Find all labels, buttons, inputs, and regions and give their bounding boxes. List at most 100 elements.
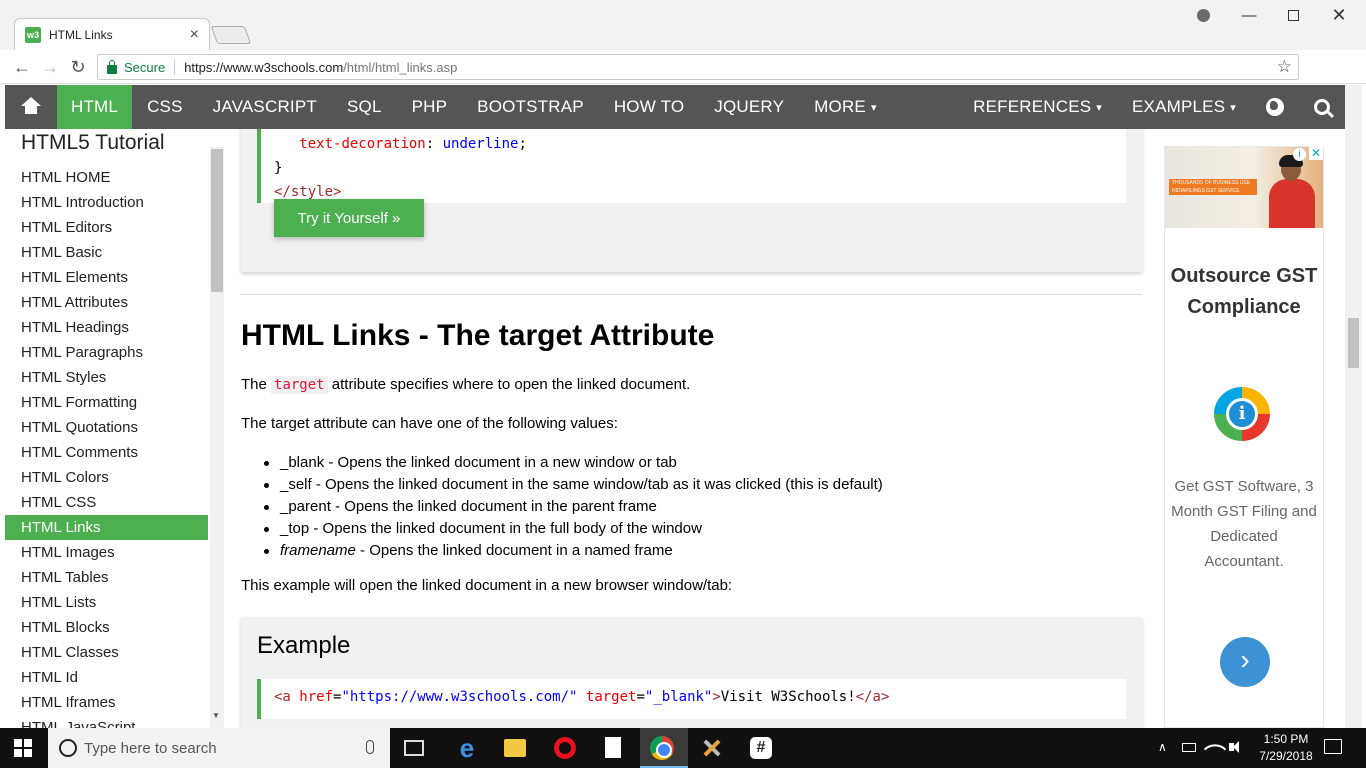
target-description: The target attribute specifies where to …	[241, 376, 690, 394]
notepad-icon[interactable]	[605, 737, 621, 758]
adchoices-icon[interactable]: i	[1293, 148, 1306, 161]
nav-item-examples[interactable]: EXAMPLES ▾	[1117, 85, 1251, 129]
taskbar-search-box[interactable]: Type here to search	[48, 728, 390, 768]
sidebar-item[interactable]: HTML Id	[5, 665, 208, 690]
minimize-button[interactable]: —	[1226, 4, 1272, 26]
code-text: Visit W3Schools!	[720, 689, 856, 705]
para-text: The	[241, 376, 272, 393]
battery-icon[interactable]	[1182, 743, 1196, 752]
list-item: _parent - Opens the linked document in t…	[264, 496, 883, 518]
microphone-icon[interactable]	[366, 740, 374, 754]
action-center-icon[interactable]	[1324, 739, 1342, 754]
back-button[interactable]: ←	[10, 55, 34, 79]
opera-icon[interactable]	[554, 737, 576, 759]
sidebar-item[interactable]: HTML HOME	[5, 165, 208, 190]
tutorial-sidebar: HTML5 Tutorial HTML HOME HTML Introducti…	[5, 129, 224, 728]
windows-start-icon[interactable]	[14, 739, 32, 757]
omnibox-divider	[174, 59, 176, 75]
sidebar-item[interactable]: HTML Tables	[5, 565, 208, 590]
globe-icon	[1266, 98, 1284, 116]
sidebar-item[interactable]: HTML Attributes	[5, 290, 208, 315]
reload-button[interactable]: ↻	[66, 55, 90, 79]
task-view-icon[interactable]	[404, 740, 424, 756]
target-values-list: _blank - Opens the linked document in a …	[264, 452, 883, 562]
example-heading: Example	[257, 632, 351, 659]
nav-item-more[interactable]: MORE ▾	[799, 85, 892, 129]
volume-icon[interactable]	[1229, 741, 1243, 753]
info-icon: i	[1226, 398, 1258, 430]
page-scrollbar-thumb[interactable]	[1348, 318, 1359, 368]
nav-item-css[interactable]: CSS	[132, 85, 198, 129]
sidebar-item[interactable]: HTML Headings	[5, 315, 208, 340]
sidebar-item[interactable]: HTML Images	[5, 540, 208, 565]
site-search-button[interactable]	[1299, 85, 1345, 129]
file-explorer-icon[interactable]	[504, 739, 526, 757]
wifi-icon[interactable]	[1207, 741, 1221, 753]
ad-close-icon[interactable]: ✕	[1309, 146, 1323, 160]
page-scrollbar[interactable]	[1345, 85, 1362, 728]
ad-body-text[interactable]: Get GST Software, 3 Month GST Filing and…	[1171, 474, 1317, 574]
nav-item-bootstrap[interactable]: BOOTSTRAP	[462, 85, 599, 129]
bookmark-star-icon[interactable]: ☆	[1277, 57, 1292, 77]
browser-tab[interactable]: w3 HTML Links ×	[14, 18, 210, 50]
sidebar-item[interactable]: HTML Formatting	[5, 390, 208, 415]
sidebar-item[interactable]: HTML Paragraphs	[5, 340, 208, 365]
profile-button[interactable]	[1180, 4, 1226, 26]
nav-item-javascript[interactable]: JAVASCRIPT	[198, 85, 332, 129]
sidebar-item[interactable]: HTML Styles	[5, 365, 208, 390]
taskbar-clock[interactable]: 1:50 PM 7/29/2018	[1256, 731, 1316, 765]
sidebar-item[interactable]: HTML Lists	[5, 590, 208, 615]
sidebar-title: HTML5 Tutorial	[21, 131, 165, 154]
nav-more-label: MORE	[814, 97, 866, 116]
new-tab-button[interactable]	[210, 26, 252, 44]
home-button[interactable]	[5, 85, 57, 129]
secure-label: Secure	[124, 59, 166, 75]
chrome-icon[interactable]	[650, 736, 674, 760]
ad-next-arrow-button[interactable]: ›	[1220, 637, 1270, 687]
code-tag: <a	[274, 689, 291, 705]
sidebar-item[interactable]: HTML Editors	[5, 215, 208, 240]
sidebar-item[interactable]: HTML Quotations	[5, 415, 208, 440]
nav-item-php[interactable]: PHP	[397, 85, 463, 129]
nav-item-jquery[interactable]: JQUERY	[699, 85, 799, 129]
sidebar-item-active[interactable]: HTML Links	[5, 515, 208, 540]
tray-chevron-icon[interactable]: ∧	[1158, 740, 1167, 754]
sidebar-scrollbar-thumb[interactable]	[211, 149, 223, 292]
try-it-yourself-button[interactable]: Try it Yourself »	[274, 199, 424, 237]
address-bar[interactable]: Secure https://www.w3schools.com/html/ht…	[97, 54, 1299, 80]
slack-icon[interactable]: #	[750, 737, 772, 759]
sidebar-item[interactable]: HTML Blocks	[5, 615, 208, 640]
edge-icon[interactable]: e	[455, 735, 479, 761]
nav-item-how-to[interactable]: HOW TO	[599, 85, 699, 129]
sidebar-item[interactable]: HTML JavaScript	[5, 715, 208, 728]
list-item: _blank - Opens the linked document in a …	[264, 452, 883, 474]
tab-close-icon[interactable]: ×	[190, 26, 199, 44]
sidebar-item[interactable]: HTML Iframes	[5, 690, 208, 715]
nav-item-sql[interactable]: SQL	[332, 85, 397, 129]
ad-headline[interactable]: Outsource GST Compliance	[1165, 261, 1323, 323]
sidebar-item[interactable]: HTML CSS	[5, 490, 208, 515]
translate-button[interactable]	[1251, 85, 1299, 129]
inline-code-target: target	[271, 376, 328, 394]
sidebar-item[interactable]: HTML Colors	[5, 465, 208, 490]
sidebar-item[interactable]: HTML Comments	[5, 440, 208, 465]
ad-logo-icon[interactable]: i	[1214, 387, 1270, 441]
sidebar-item[interactable]: HTML Classes	[5, 640, 208, 665]
maximize-button[interactable]	[1270, 4, 1316, 26]
sidebar-item[interactable]: HTML Basic	[5, 240, 208, 265]
advertisement[interactable]: THOUSANDS OF BUSINESS USE INDIAFILINGS G…	[1164, 146, 1324, 728]
windows-taskbar: Type here to search e # ∧ 1:50 PM 7/29/2…	[0, 728, 1366, 768]
tools-icon[interactable]	[700, 738, 722, 758]
nav-item-html[interactable]: HTML	[57, 85, 133, 129]
close-window-button[interactable]: ✕	[1316, 4, 1362, 26]
scroll-down-arrow-icon[interactable]: ▼	[212, 711, 220, 720]
value-desc: - Opens the linked document in the paren…	[330, 498, 657, 515]
sidebar-item[interactable]: HTML Introduction	[5, 190, 208, 215]
nav-item-references[interactable]: REFERENCES ▾	[958, 85, 1117, 129]
sidebar-item[interactable]: HTML Elements	[5, 265, 208, 290]
caret-down-icon: ▾	[1230, 101, 1236, 114]
url-path: /html/html_links.asp	[343, 59, 458, 75]
forward-button[interactable]: →	[38, 55, 62, 79]
css-value: underline	[442, 136, 519, 152]
